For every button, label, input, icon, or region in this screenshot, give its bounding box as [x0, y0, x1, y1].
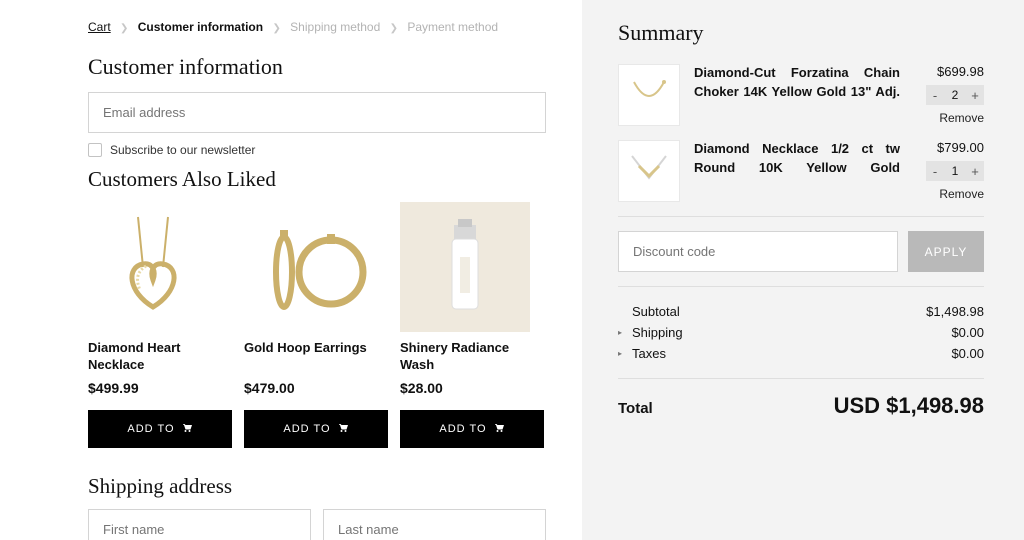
product-image-heart-necklace	[88, 202, 218, 332]
total-value: USD $1,498.98	[834, 393, 984, 419]
add-to-cart-button[interactable]: ADD TO	[244, 410, 388, 448]
customer-info-heading: Customer information	[88, 54, 546, 80]
upsell-heading: Customers Also Liked	[88, 167, 546, 192]
cart-icon	[181, 422, 193, 437]
qty-minus-button[interactable]: -	[926, 164, 944, 179]
qty-value: 1	[944, 164, 966, 178]
taxes-value: $0.00	[951, 346, 984, 361]
upsell-card: Shinery Radiance Wash $28.00 ADD TO	[400, 202, 544, 448]
qty-minus-button[interactable]: -	[926, 88, 944, 103]
caret-right-icon[interactable]: ▸	[618, 328, 626, 337]
cart-icon	[493, 422, 505, 437]
newsletter-checkbox[interactable]	[88, 143, 102, 157]
breadcrumb-cart[interactable]: Cart	[88, 20, 111, 34]
breadcrumb-customer-info: Customer information	[138, 20, 263, 34]
product-image-radiance-wash	[400, 202, 530, 332]
product-price: $479.00	[244, 380, 388, 396]
chevron-right-icon: ❯	[120, 23, 128, 34]
line-item-thumb	[618, 140, 680, 202]
upsell-card: Gold Hoop Earrings $479.00 ADD TO	[244, 202, 388, 448]
totals: Subtotal $1,498.98 ▸ Shipping $0.00 ▸ Taxe…	[618, 301, 984, 364]
breadcrumb-payment-method: Payment method	[407, 20, 498, 34]
shipping-label: Shipping	[632, 325, 683, 340]
summary-line-item: Diamond-Cut Forzatina Chain Choker 14K Y…	[618, 64, 984, 126]
taxes-label: Taxes	[632, 346, 666, 361]
discount-code-input[interactable]	[618, 231, 898, 272]
breadcrumb: Cart ❯ Customer information ❯ Shipping m…	[88, 20, 546, 34]
product-price: $499.99	[88, 380, 232, 396]
line-item-thumb	[618, 64, 680, 126]
newsletter-label: Subscribe to our newsletter	[110, 143, 255, 157]
qty-value: 2	[944, 88, 966, 102]
line-item-name: Diamond-Cut Forzatina Chain Choker 14K Y…	[694, 64, 900, 126]
product-name: Shinery Radiance Wash	[400, 340, 544, 374]
summary-line-item: Diamond Necklace 1/2 ct tw Round 10K Yel…	[618, 140, 984, 202]
shipping-value: $0.00	[951, 325, 984, 340]
chevron-right-icon: ❯	[272, 23, 280, 34]
apply-button[interactable]: APPLY	[908, 231, 984, 272]
product-image-hoop-earrings	[244, 202, 374, 332]
qty-plus-button[interactable]: +	[966, 164, 984, 179]
product-price: $28.00	[400, 380, 544, 396]
product-name: Gold Hoop Earrings	[244, 340, 388, 374]
summary-heading: Summary	[618, 20, 984, 46]
add-to-cart-button[interactable]: ADD TO	[88, 410, 232, 448]
subtotal-label: Subtotal	[632, 304, 680, 319]
upsell-grid: Diamond Heart Necklace $499.99 ADD TO Go…	[88, 202, 546, 448]
subtotal-value: $1,498.98	[926, 304, 984, 319]
caret-right-icon[interactable]: ▸	[618, 349, 626, 358]
line-item-name: Diamond Necklace 1/2 ct tw Round 10K Yel…	[694, 140, 900, 202]
chevron-right-icon: ❯	[390, 23, 398, 34]
upsell-card: Diamond Heart Necklace $499.99 ADD TO	[88, 202, 232, 448]
quantity-stepper[interactable]: - 1 +	[926, 161, 984, 181]
last-name-input[interactable]	[323, 509, 546, 540]
email-input[interactable]	[88, 92, 546, 133]
remove-button[interactable]: Remove	[939, 111, 984, 125]
breadcrumb-shipping-method: Shipping method	[290, 20, 380, 34]
product-name: Diamond Heart Necklace	[88, 340, 232, 374]
cart-icon	[337, 422, 349, 437]
quantity-stepper[interactable]: - 2 +	[926, 85, 984, 105]
line-item-price: $699.98	[937, 64, 984, 79]
add-to-cart-button[interactable]: ADD TO	[400, 410, 544, 448]
qty-plus-button[interactable]: +	[966, 88, 984, 103]
total-label: Total	[618, 400, 653, 417]
line-item-price: $799.00	[937, 140, 984, 155]
first-name-input[interactable]	[88, 509, 311, 540]
shipping-heading: Shipping address	[88, 474, 546, 499]
remove-button[interactable]: Remove	[939, 187, 984, 201]
